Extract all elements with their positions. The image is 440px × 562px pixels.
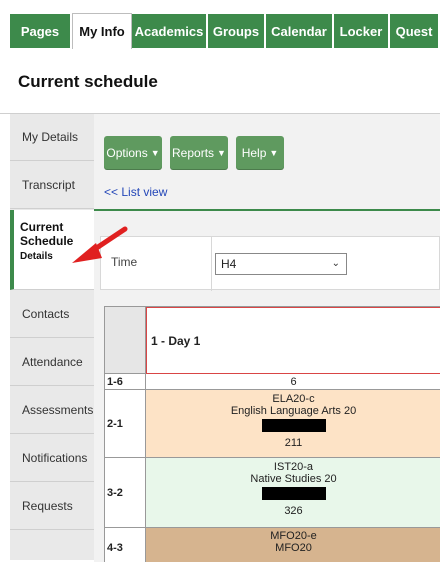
- sidebar-item-label: Transcript: [22, 178, 75, 192]
- tab-academics[interactable]: Academics: [132, 14, 208, 48]
- options-button[interactable]: Options ▼: [104, 136, 162, 170]
- tab-calendar[interactable]: Calendar: [266, 14, 334, 48]
- reports-button-label: Reports: [172, 146, 215, 160]
- tab-pages[interactable]: Pages: [10, 14, 72, 48]
- course-name: Native Studies 20: [250, 473, 337, 485]
- sidebar-subitem-details[interactable]: Details: [20, 250, 94, 264]
- course-name: MFO20: [275, 542, 312, 554]
- divider: [94, 209, 440, 211]
- redacted-teacher-name: [261, 419, 326, 432]
- chevron-down-icon: ▼: [150, 148, 160, 158]
- schedule-cell[interactable]: ELA20-c English Language Arts 20 211: [146, 390, 440, 458]
- sidebar-item-label: Notifications: [22, 451, 88, 465]
- schedule-grid: 1 - Day 1 1-6 6 2-1 ELA20-c English Lang…: [104, 306, 440, 562]
- page-title: Current schedule: [18, 72, 158, 91]
- sidebar-item-attendance[interactable]: Attendance: [10, 339, 94, 386]
- course-code: MFO20-e: [270, 530, 317, 542]
- tab-groups[interactable]: Groups: [208, 14, 266, 48]
- sidebar-item-notifications[interactable]: Notifications: [10, 435, 94, 482]
- course-name: English Language Arts 20: [230, 405, 357, 417]
- sidebar-item-requests[interactable]: Requests: [10, 483, 94, 530]
- room-number: 211: [284, 437, 303, 449]
- sidebar-item-label: Contacts: [22, 307, 70, 321]
- course-code: ELA20-c: [272, 393, 315, 405]
- schedule-cell[interactable]: 6: [146, 374, 440, 390]
- sidebar-item-label: My Details: [22, 130, 79, 144]
- sidebar-item-label: Attendance: [22, 355, 83, 369]
- sidebar-item-label: Assessments: [22, 403, 94, 417]
- sidebar-item-label: Requests: [22, 499, 73, 513]
- sidebar-item-label: Current Schedule: [20, 220, 74, 248]
- chevron-down-icon: ▼: [217, 148, 226, 158]
- time-label: Time: [111, 255, 138, 269]
- day-header: 1 - Day 1: [146, 307, 440, 374]
- room-number: 6: [290, 376, 297, 388]
- time-filter-row: Time H4 ⌄: [100, 236, 440, 291]
- help-button-label: Help: [241, 146, 267, 160]
- sidebar-item-current-schedule[interactable]: Current Schedule Details: [10, 210, 94, 290]
- period-label: 3-2: [105, 458, 146, 528]
- time-select-value: H4: [221, 257, 237, 271]
- sidebar-item-contacts[interactable]: Contacts: [10, 291, 94, 338]
- period-label: 2-1: [105, 390, 146, 458]
- tab-my-info[interactable]: My Info: [72, 13, 132, 49]
- help-button[interactable]: Help ▼: [236, 136, 284, 170]
- chevron-down-icon: ▼: [269, 148, 279, 158]
- options-button-label: Options: [106, 146, 148, 160]
- reports-button[interactable]: Reports ▼: [170, 136, 228, 170]
- room-number: 326: [284, 505, 303, 517]
- course-code: IST20-a: [273, 461, 314, 473]
- period-label: 1-6: [105, 374, 146, 390]
- tab-quest[interactable]: Quest: [390, 14, 440, 48]
- schedule-cell[interactable]: MFO20-e MFO20: [146, 528, 440, 562]
- sidebar-item-assessments[interactable]: Assessments: [10, 387, 94, 434]
- grid-corner: [105, 307, 146, 374]
- divider: [211, 237, 212, 291]
- list-view-link[interactable]: << List view: [104, 185, 167, 199]
- redacted-teacher-name: [261, 487, 326, 500]
- sidebar: My Details Transcript Current Schedule D…: [10, 114, 94, 560]
- chevron-down-icon: ⌄: [331, 258, 340, 269]
- period-label: 4-3: [105, 528, 146, 562]
- sidebar-item-transcript[interactable]: Transcript: [10, 162, 94, 209]
- sidebar-item-my-details[interactable]: My Details: [10, 114, 94, 161]
- top-nav: Pages My Info Academics Groups Calendar …: [0, 0, 440, 58]
- time-select[interactable]: H4 ⌄: [215, 253, 347, 275]
- schedule-cell[interactable]: IST20-a Native Studies 20 326: [146, 458, 440, 528]
- tab-locker[interactable]: Locker: [334, 14, 390, 48]
